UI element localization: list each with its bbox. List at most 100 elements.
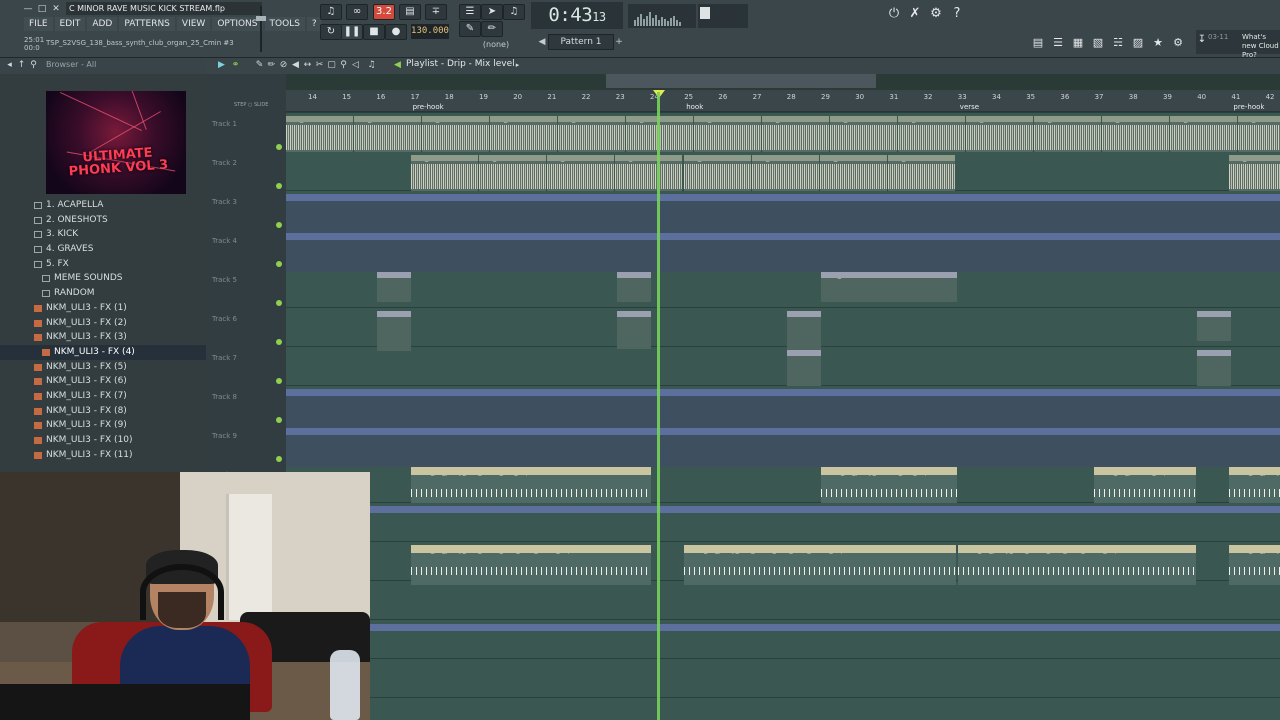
delete-tool-icon[interactable]: ⊘ bbox=[278, 60, 289, 71]
menu-file[interactable]: FILE bbox=[24, 17, 53, 31]
draw-tool-icon[interactable]: ✎ bbox=[459, 21, 481, 37]
track-enable-dot[interactable] bbox=[276, 300, 282, 306]
playlist-clip[interactable]: Param. EQ 2 - Mix level bbox=[286, 194, 411, 233]
power-icon[interactable]: ⏻ bbox=[884, 4, 904, 24]
playlist-clip[interactable]: TSP_S2VSG... 138.0 bbox=[490, 116, 557, 152]
playlist-clip[interactable]: TSP_S2VSG... 138.0 bbox=[547, 155, 614, 191]
news-panel[interactable]: ↧ 03-11 What's new Cloud Pro? bbox=[1196, 30, 1280, 59]
metronome-icon[interactable]: ♫ bbox=[320, 4, 342, 20]
browser-item[interactable]: NKM_ULI3 - FX (1) bbox=[0, 301, 206, 316]
playlist-clip[interactable]: NKM_ULI3 - FX (4) bbox=[821, 272, 957, 302]
playlist-arrow-icon[interactable]: ◀ bbox=[392, 60, 403, 71]
playlist-dropdown-icon[interactable]: ▸ bbox=[512, 60, 523, 71]
playlist-clip[interactable]: N..r #2 bbox=[617, 311, 651, 349]
browser-item[interactable]: NKM_ULI3 - FX (10) bbox=[0, 433, 206, 448]
playlist-clip[interactable]: maak_uk_party_120_Drum_Kick_With_Snare_E… bbox=[958, 545, 1196, 585]
playlist-clip[interactable]: NKM..ier bbox=[1197, 350, 1231, 386]
mixer-faders-icon[interactable]: ☵ bbox=[1108, 33, 1128, 53]
close-icon[interactable]: ✕ bbox=[50, 4, 62, 14]
plugin-picker-icon[interactable]: ★ bbox=[1148, 33, 1168, 53]
playlist-clip[interactable]: maak_uk_part..at_Expensive bbox=[1094, 467, 1196, 503]
browser-item[interactable]: RANDOM bbox=[0, 286, 206, 301]
playlist-clip[interactable]: TSP_S2VSG... 138.0 bbox=[898, 116, 965, 152]
browser-item[interactable]: NKM_ULI3 - FX (8) bbox=[0, 404, 206, 419]
playlist-clip[interactable]: TSP_S2VSG... 138.0 bbox=[422, 116, 489, 152]
record-button[interactable]: ● bbox=[385, 24, 407, 40]
pencil-tool-icon[interactable]: ✎ bbox=[254, 60, 265, 71]
playlist-clip[interactable]: Param. EQ 2 - Mix level bbox=[958, 194, 1230, 233]
playlist-clip[interactable]: Param. EQ 2 - Mix level bbox=[286, 389, 411, 428]
minimize-icon[interactable]: — bbox=[22, 4, 34, 14]
pattern-selector[interactable]: Pattern 1 bbox=[548, 34, 614, 50]
playlist-clip[interactable]: TSP_S2VSG... 138.0 bbox=[479, 155, 546, 191]
track-name[interactable]: Track 5 bbox=[212, 276, 237, 284]
browser-window-icon[interactable]: ▨ bbox=[1128, 33, 1148, 53]
playlist-clip[interactable]: TSP_S2VSG... 138.0 bbox=[354, 116, 421, 152]
playlist-clip[interactable]: maak_uk_party_120_Drum_Kick_With_Snare_E… bbox=[684, 545, 956, 585]
playlist-clip[interactable]: maak_uk_party_12..um_Hat_Expensive bbox=[821, 467, 957, 503]
track-enable-dot[interactable] bbox=[276, 144, 282, 150]
browser-item[interactable]: NKM_ULI3 - FX (6) bbox=[0, 374, 206, 389]
piano-roll-icon[interactable]: ▦ bbox=[1068, 33, 1088, 53]
playlist-clip[interactable]: Param. EQ 2 - Mix level bbox=[286, 428, 411, 467]
playlist-clip[interactable]: NKM..ier bbox=[787, 350, 821, 386]
playlist-clip[interactable]: Param. EQ 2 - Mix level bbox=[1230, 428, 1280, 467]
select-tool-icon[interactable]: ▢ bbox=[326, 60, 337, 71]
browser-item[interactable]: NKM_ULI3 - FX (4) bbox=[0, 344, 206, 360]
playlist-clip[interactable]: Param. EQ 2 - Mix level bbox=[411, 194, 958, 233]
timeline-ruler[interactable]: 14 15 16 17 18 19 20 21 22 23 24 25 26 27 28 29 30 31 32 33… bbox=[286, 90, 1280, 112]
browser-item[interactable]: 2. ONESHOTS bbox=[0, 213, 206, 228]
pattern-prev-icon[interactable]: ◀ bbox=[537, 34, 547, 50]
snap-icon[interactable]: ⚭ bbox=[230, 60, 241, 71]
browser-item[interactable]: NKM_ULI3 - FX (5) bbox=[0, 360, 206, 375]
section-marker[interactable]: verse bbox=[960, 103, 979, 111]
playback-tool-icon[interactable]: ◁ bbox=[350, 60, 361, 71]
track-enable-dot[interactable] bbox=[276, 339, 282, 345]
next-icon[interactable]: ➤ bbox=[481, 4, 503, 20]
browser-item[interactable]: 1. ACAPELLA bbox=[0, 198, 206, 213]
browser-item[interactable]: NKM_ULI3 - FX (7) bbox=[0, 389, 206, 404]
section-marker[interactable]: hook bbox=[686, 103, 703, 111]
section-marker[interactable]: pre-hook bbox=[413, 103, 444, 111]
playlist-clip[interactable]: Param. EQ 2 - Mix level bbox=[958, 389, 1230, 428]
playlist-clip[interactable]: Param. EQ 2 - Mix level bbox=[1230, 194, 1280, 233]
playlist-clip[interactable]: TSP_S2VSG... 138.0 bbox=[966, 116, 1033, 152]
pattern-add-icon[interactable]: + bbox=[614, 34, 624, 50]
playlist-clip[interactable]: Param. EQ 2 - Mix level bbox=[1230, 233, 1280, 272]
playlist-clip[interactable]: maak_uk_party_120_Drum_Hat_Expensive bbox=[1229, 467, 1280, 503]
section-marker[interactable]: pre-hook bbox=[1233, 103, 1264, 111]
playlist-clip[interactable]: NKM..ier bbox=[377, 311, 411, 351]
track-name[interactable]: Track 9 bbox=[212, 432, 237, 440]
track-enable-dot[interactable] bbox=[276, 183, 282, 189]
restore-icon[interactable]: □ bbox=[36, 4, 48, 14]
playlist-clip[interactable]: Param. EQ 2 - Mix level bbox=[411, 389, 958, 428]
browser-item[interactable]: NKM_ULI3 - FX (11) bbox=[0, 448, 206, 463]
browser-arrow-icon[interactable]: ◂ bbox=[4, 60, 15, 71]
track-name[interactable]: Track 7 bbox=[212, 354, 237, 362]
connect-icon[interactable]: ✗ bbox=[905, 4, 925, 24]
track-name[interactable]: Track 8 bbox=[212, 393, 237, 401]
playlist-clip[interactable]: TSP_S2VSG... 138.0 bbox=[820, 155, 887, 191]
playlist-clip[interactable]: TSP_S2VSG... 138.0 bbox=[286, 116, 353, 152]
playlist-clip[interactable]: Param. EQ 2 - Mix level bbox=[286, 233, 411, 272]
menu-options[interactable]: OPTIONS bbox=[212, 17, 263, 31]
master-volume-slider[interactable] bbox=[256, 6, 266, 52]
track-enable-dot[interactable] bbox=[276, 378, 282, 384]
playlist-clip[interactable]: NKM..3 bbox=[377, 272, 411, 302]
mixer-shortcut-icon[interactable]: ☰ bbox=[459, 4, 481, 20]
menu-tools[interactable]: TOOLS bbox=[264, 17, 305, 31]
playlist-clip[interactable]: maak_uk_party_120_Drum_Kick_With_Snare_E… bbox=[411, 545, 651, 585]
playlist-menu-icon[interactable]: ▶ bbox=[216, 60, 227, 71]
brush-tool-icon[interactable]: ✏ bbox=[266, 60, 277, 71]
song-time-display[interactable]: 0:4313 bbox=[531, 2, 623, 29]
menu-edit[interactable]: EDIT bbox=[54, 17, 86, 31]
playlist-clip[interactable]: NKM..3 bbox=[787, 311, 821, 351]
menu-patterns[interactable]: PATTERNS bbox=[119, 17, 175, 31]
playlist-clip[interactable]: Param. EQ 2 - Mix level bbox=[1230, 389, 1280, 428]
bell-icon[interactable]: ♫ bbox=[503, 4, 525, 20]
playlist-clip[interactable]: TSP_S2VSG... 138.0 bbox=[1238, 116, 1280, 152]
playlist-clip[interactable]: TSP_S2VSG... 138.0 bbox=[1102, 116, 1169, 152]
track-enable-dot[interactable] bbox=[276, 261, 282, 267]
track-name[interactable]: Track 2 bbox=[212, 159, 237, 167]
playlist-clip[interactable]: Param. EQ 2 - Mix level bbox=[411, 428, 958, 467]
